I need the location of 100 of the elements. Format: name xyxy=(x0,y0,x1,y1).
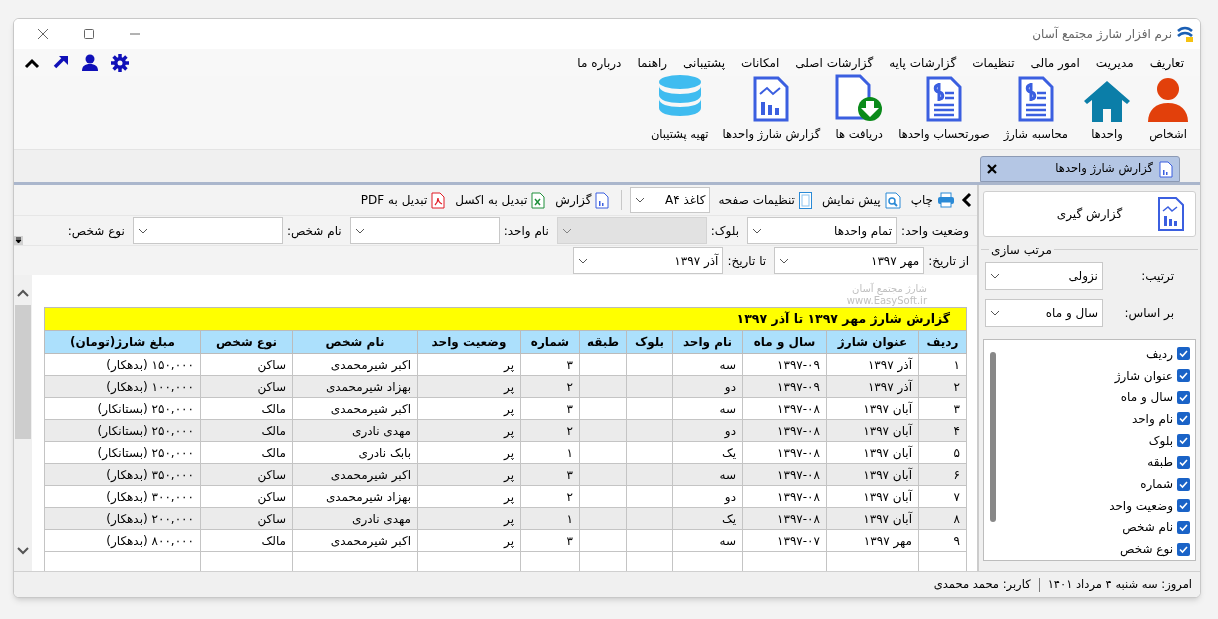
user-icon[interactable] xyxy=(82,54,98,71)
table-cell: بهزاد شیرمحمدی xyxy=(292,375,418,398)
table-cell: مالک xyxy=(200,419,293,442)
menu-item[interactable]: گزارشات اصلی xyxy=(787,53,882,72)
ribbon-button[interactable]: دریافت ها xyxy=(832,73,887,143)
checkbox[interactable] xyxy=(1177,347,1190,361)
checkbox-label: بلوک xyxy=(1148,432,1173,450)
menu-item[interactable]: تنظیمات xyxy=(964,53,1023,72)
ribbon-button[interactable]: محاسبه شارژ xyxy=(1001,75,1070,143)
dropdown-field[interactable] xyxy=(349,217,500,244)
table-cell: سه xyxy=(672,397,743,420)
table-cell: مالک xyxy=(200,529,293,552)
menu-item[interactable]: امور مالی xyxy=(1022,53,1088,72)
table-cell: ۱۵۰,۰۰۰ (بدهکار) xyxy=(44,353,201,376)
ribbon-button[interactable]: گزارش شارژ واحدها xyxy=(720,75,823,143)
table-cell: ساکن xyxy=(200,353,293,376)
collapse-ribbon-icon[interactable] xyxy=(24,56,40,69)
checkbox[interactable] xyxy=(1177,434,1190,448)
table-cell: یک xyxy=(672,507,743,530)
column-header: طبقه xyxy=(579,330,627,354)
table-cell: ۴ xyxy=(918,419,967,442)
print-button[interactable]: چاپ xyxy=(906,188,959,212)
status-text: امروز: سه شنبه ۴ مرداد ۱۴۰۱ xyxy=(1047,575,1192,593)
menu-item[interactable]: راهنما xyxy=(629,53,676,72)
checkbox[interactable] xyxy=(1177,477,1190,491)
page-setup-button[interactable]: تنظیمات صفحه xyxy=(714,188,816,212)
scroll-down-icon[interactable] xyxy=(17,547,29,555)
table-cell: پر xyxy=(417,507,521,530)
settings-icon[interactable] xyxy=(111,53,129,72)
table-cell: پر xyxy=(417,353,521,376)
excel-export-button[interactable]: تبدیل به اکسل xyxy=(451,188,550,212)
overflow-arrow-icon[interactable] xyxy=(14,236,23,245)
table-cell: ۷ xyxy=(918,485,967,508)
checkbox-label: وضعیت واحد xyxy=(1109,497,1173,515)
menu-item[interactable]: گزارشات پایه xyxy=(881,53,965,72)
table-cell: دو xyxy=(672,485,743,508)
chevron-icon[interactable] xyxy=(961,192,973,208)
checkbox-label: عنوان شارژ xyxy=(1114,367,1173,385)
checkbox[interactable] xyxy=(1177,390,1190,404)
watermark-text: شارژ مجتمع آسان xyxy=(852,283,927,295)
ribbon-button[interactable]: تهیه پشتیبان xyxy=(648,73,711,143)
close-icon[interactable] xyxy=(987,164,997,174)
checkbox[interactable] xyxy=(1177,520,1190,534)
menu-item[interactable]: پشتیبانی xyxy=(675,53,733,72)
dropdown-field[interactable]: نزولی xyxy=(985,262,1103,290)
dropdown-field[interactable] xyxy=(132,217,283,244)
report-button[interactable]: گزارش xyxy=(551,188,614,212)
watermark-text: www.EasySoft.ir xyxy=(846,295,927,307)
app-logo-icon xyxy=(1176,25,1194,43)
field-label: بر اساس: xyxy=(1123,305,1175,322)
field-label: از تاریخ: xyxy=(928,252,969,270)
table-cell: ۹ xyxy=(918,529,967,552)
dropdown-field[interactable]: مهر ۱۳۹۷ xyxy=(774,247,925,274)
dropdown-field[interactable]: سال و ماه xyxy=(985,299,1103,327)
table-cell: پر xyxy=(417,463,521,486)
menu-item[interactable]: مدیریت xyxy=(1087,53,1142,72)
table-cell: بهزاد شیرمحمدی xyxy=(292,485,418,508)
maximize-icon[interactable] xyxy=(84,29,94,39)
ribbon-button[interactable]: واحدها xyxy=(1080,77,1134,143)
ribbon-button[interactable]: صورتحساب واحدها xyxy=(896,75,992,143)
table-cell: اکبر شیرمحمدی xyxy=(292,529,418,552)
document-tab[interactable]: گزارش شارژ واحدها xyxy=(980,156,1180,182)
table-cell: ۱۳۹۷-۰۸ xyxy=(742,463,827,486)
scrollbar[interactable] xyxy=(990,352,996,522)
table-cell: ۲۵۰,۰۰۰ (بستانکار) xyxy=(44,419,201,442)
checkbox[interactable] xyxy=(1177,455,1190,469)
report-icon xyxy=(595,191,610,209)
checkbox-label: سال و ماه xyxy=(1120,389,1173,407)
checkbox[interactable] xyxy=(1177,369,1190,383)
table-cell: اکبر شیرمحمدی xyxy=(292,463,418,486)
checkbox[interactable] xyxy=(1177,499,1190,513)
scroll-up-icon[interactable] xyxy=(17,289,29,297)
table-cell: ۳۵۰,۰۰۰ (بدهکار) xyxy=(44,463,201,486)
tab-label: گزارش شارژ واحدها xyxy=(1055,160,1153,178)
table-cell: دو xyxy=(672,419,743,442)
field-label: تا تاریخ: xyxy=(727,252,767,270)
checkbox[interactable] xyxy=(1177,542,1190,556)
checkbox-label: نام شخص xyxy=(1122,519,1173,537)
menu-item[interactable]: امکانات xyxy=(733,53,788,72)
field-label: نام شخص: xyxy=(286,222,342,240)
report-button[interactable]: گزارش گیری xyxy=(983,191,1196,237)
page-icon xyxy=(798,191,812,209)
checkbox[interactable] xyxy=(1177,412,1190,426)
table-cell: ۱۳۹۷-۰۸ xyxy=(742,397,827,420)
pdf-export-button[interactable]: تبدیل به PDF xyxy=(356,188,450,212)
preview-button[interactable]: پیش نمایش xyxy=(817,188,905,212)
ribbon-button[interactable]: اشخاص xyxy=(1144,75,1192,143)
field-label: بلوک: xyxy=(710,222,740,240)
table-cell: مالک xyxy=(200,397,293,420)
menu-item[interactable]: درباره ما xyxy=(569,53,630,72)
close-icon[interactable] xyxy=(37,28,49,40)
menu-item[interactable]: تعاریف xyxy=(1141,53,1192,72)
table-cell: ۶ xyxy=(918,463,967,486)
arrow-icon[interactable] xyxy=(53,54,69,71)
dropdown-field[interactable]: تمام واحدها xyxy=(747,217,898,244)
dropdown-field[interactable]: آذر ۱۳۹۷ xyxy=(573,247,724,274)
table-cell: ۲۵۰,۰۰۰ (بستانکار) xyxy=(44,397,201,420)
scrollbar-thumb[interactable] xyxy=(15,305,31,439)
paper-size-dropdown[interactable]: کاغذ A۴ xyxy=(630,187,711,213)
window-title: نرم افزار شارژ مجتمع آسان xyxy=(1032,25,1172,43)
